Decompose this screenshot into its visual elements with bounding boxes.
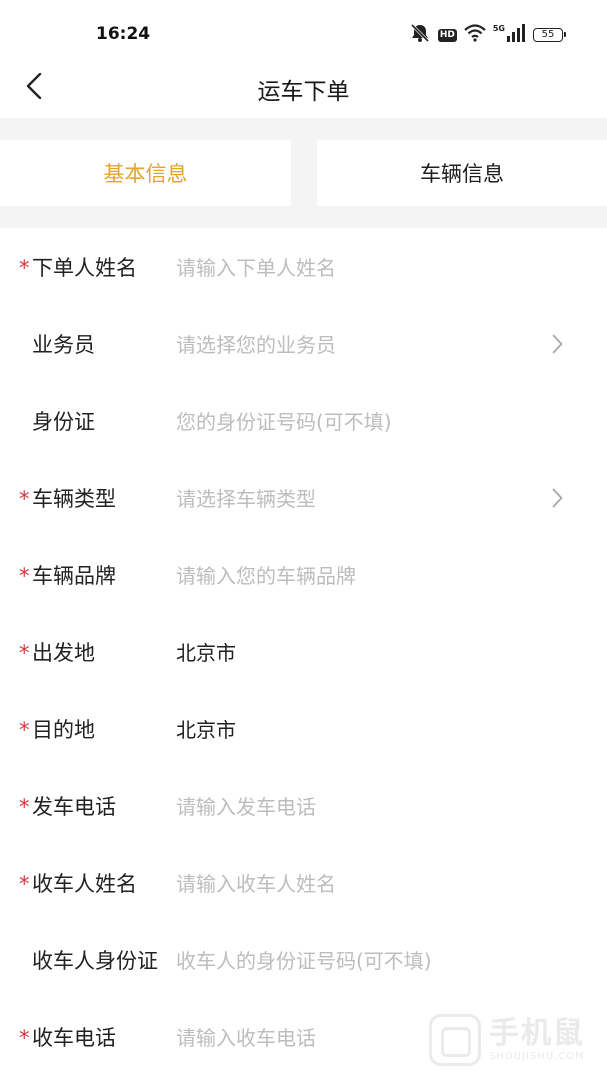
form-row-vehicle-type: * 车辆类型 请选择车辆类型 bbox=[0, 459, 607, 536]
wifi-icon bbox=[464, 24, 486, 46]
vehicle-type-select[interactable]: 请选择车辆类型 bbox=[176, 459, 557, 536]
form-row-departure: * 出发地 北京市 bbox=[0, 613, 607, 690]
watermark: 手机鼠 SHOUJISHU.COM bbox=[429, 1014, 585, 1066]
id-card-input[interactable]: 您的身份证号码(可不填) bbox=[176, 382, 557, 459]
required-mark: * bbox=[19, 718, 30, 742]
form-row-vehicle-brand: * 车辆品牌 请输入您的车辆品牌 bbox=[0, 536, 607, 613]
tab-bar: 基本信息 车辆信息 bbox=[0, 118, 607, 228]
field-label: 车辆品牌 bbox=[32, 563, 116, 588]
receiver-name-input[interactable]: 请输入收车人姓名 bbox=[176, 844, 557, 921]
page-title: 运车下单 bbox=[257, 79, 350, 105]
watermark-text: 手机鼠 bbox=[489, 1016, 585, 1051]
vehicle-brand-input[interactable]: 请输入您的车辆品牌 bbox=[176, 536, 557, 613]
form-row-orderer-name: * 下单人姓名 请输入下单人姓名 bbox=[0, 228, 607, 305]
required-mark: * bbox=[19, 795, 30, 819]
status-time: 16:24 bbox=[96, 24, 151, 44]
chevron-right-icon[interactable] bbox=[552, 459, 563, 536]
form-row-sender-phone: * 发车电话 请输入发车电话 bbox=[0, 767, 607, 844]
watermark-url: SHOUJISHU.COM bbox=[489, 1051, 585, 1062]
battery-icon: 55 bbox=[533, 28, 566, 42]
field-label: 收车人姓名 bbox=[32, 871, 137, 896]
departure-select[interactable]: 北京市 bbox=[176, 613, 557, 690]
form-row-id-card: 身份证 您的身份证号码(可不填) bbox=[0, 382, 607, 459]
field-label: 业务员 bbox=[32, 332, 95, 357]
field-label: 下单人姓名 bbox=[32, 255, 137, 280]
field-label: 目的地 bbox=[32, 717, 95, 742]
form-row-salesperson: 业务员 请选择您的业务员 bbox=[0, 305, 607, 382]
watermark-logo-icon bbox=[429, 1014, 481, 1066]
tab-vehicle-info[interactable]: 车辆信息 bbox=[317, 140, 607, 206]
required-mark: * bbox=[19, 564, 30, 588]
required-mark: * bbox=[19, 256, 30, 280]
nav-bar: 运车下单 bbox=[0, 60, 607, 118]
receiver-id-input[interactable]: 收车人的身份证号码(可不填) bbox=[176, 921, 557, 998]
required-mark: * bbox=[19, 1026, 30, 1050]
network-type-label: 5G bbox=[492, 24, 505, 33]
salesperson-select[interactable]: 请选择您的业务员 bbox=[176, 305, 557, 382]
form-row-receiver-name: * 收车人姓名 请输入收车人姓名 bbox=[0, 844, 607, 921]
field-label: 身份证 bbox=[32, 409, 95, 434]
tab-basic-info[interactable]: 基本信息 bbox=[0, 140, 291, 206]
status-icons: HD 5G 55 bbox=[409, 23, 566, 47]
chevron-right-icon[interactable] bbox=[552, 305, 563, 382]
field-label: 发车电话 bbox=[32, 794, 116, 819]
required-mark: * bbox=[19, 872, 30, 896]
required-mark: * bbox=[19, 487, 30, 511]
mute-bell-icon bbox=[409, 23, 431, 47]
field-label: 出发地 bbox=[32, 640, 95, 665]
field-label: 车辆类型 bbox=[32, 486, 116, 511]
orderer-name-input[interactable]: 请输入下单人姓名 bbox=[176, 228, 557, 305]
battery-level: 55 bbox=[541, 29, 555, 40]
form-row-receiver-id: 收车人身份证 收车人的身份证号码(可不填) bbox=[0, 921, 607, 998]
hd-icon: HD bbox=[437, 28, 457, 42]
field-label: 收车电话 bbox=[32, 1025, 116, 1050]
field-label: 收车人身份证 bbox=[32, 948, 158, 973]
required-mark: * bbox=[19, 641, 30, 665]
form-row-destination: * 目的地 北京市 bbox=[0, 690, 607, 767]
order-form: * 下单人姓名 请输入下单人姓名 业务员 请选择您的业务员 身份证 您的身份证号… bbox=[0, 228, 607, 1075]
sender-phone-input[interactable]: 请输入发车电话 bbox=[176, 767, 557, 844]
destination-select[interactable]: 北京市 bbox=[176, 690, 557, 767]
signal-icon bbox=[506, 24, 526, 46]
